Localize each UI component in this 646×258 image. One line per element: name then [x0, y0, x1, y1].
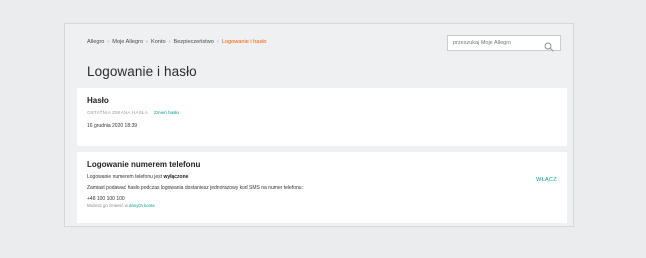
search-box — [447, 35, 561, 52]
breadcrumb-item-konto[interactable]: Konto — [151, 39, 166, 45]
search-icon[interactable] — [544, 39, 554, 52]
breadcrumb-separator: › — [107, 39, 110, 45]
phone-login-card: Logowanie numerem telefonu Logowanie num… — [77, 152, 567, 223]
phone-login-description: Zamiast podawać hasło podczas logowania … — [87, 185, 303, 191]
breadcrumb-item-bezpieczenstwo[interactable]: Bezpieczeństwo — [173, 39, 213, 45]
breadcrumb-separator: › — [216, 39, 219, 45]
breadcrumb-separator: › — [146, 39, 148, 45]
password-card-title: Hasło — [87, 96, 109, 105]
account-data-link[interactable]: danych konta — [129, 203, 155, 208]
phone-login-status-prefix: Logowanie numerem telefonu jest — [87, 174, 163, 180]
password-card: Hasło OSTATNIA ZMIANA HASŁA Zmień hasło … — [77, 88, 567, 146]
phone-number: +48 100 100 100 — [87, 196, 125, 202]
breadcrumb: Allegro › Moje Allegro › Konto › Bezpiec… — [87, 39, 267, 45]
password-last-change-row: OSTATNIA ZMIANA HASŁA Zmień hasło — [87, 110, 179, 115]
breadcrumb-item-moje-allegro[interactable]: Moje Allegro — [112, 39, 143, 45]
phone-login-status-value: wyłączone — [163, 174, 189, 180]
breadcrumb-item-allegro[interactable]: Allegro — [87, 39, 104, 45]
phone-login-card-title: Logowanie numerem telefonu — [87, 160, 201, 169]
last-change-label: OSTATNIA ZMIANA HASŁA — [87, 110, 148, 115]
phone-change-hint-text: Możesz go zmienić w — [87, 203, 128, 208]
phone-login-status: Logowanie numerem telefonu jest wyłączon… — [87, 174, 188, 180]
change-password-link[interactable]: Zmień hasło — [154, 110, 179, 115]
breadcrumb-current: Logowanie i hasło — [221, 39, 267, 45]
enable-phone-login-button[interactable]: WŁĄCZ — [536, 177, 557, 183]
phone-change-hint: Możesz go zmienić w danych konta — [87, 203, 155, 208]
search-input[interactable] — [453, 40, 539, 46]
breadcrumb-separator: › — [168, 39, 171, 45]
page-title: Logowanie i hasło — [87, 64, 197, 79]
app-frame: Allegro › Moje Allegro › Konto › Bezpiec… — [64, 23, 574, 227]
last-change-date: 16 grudnia 2020 18:39 — [87, 123, 138, 129]
